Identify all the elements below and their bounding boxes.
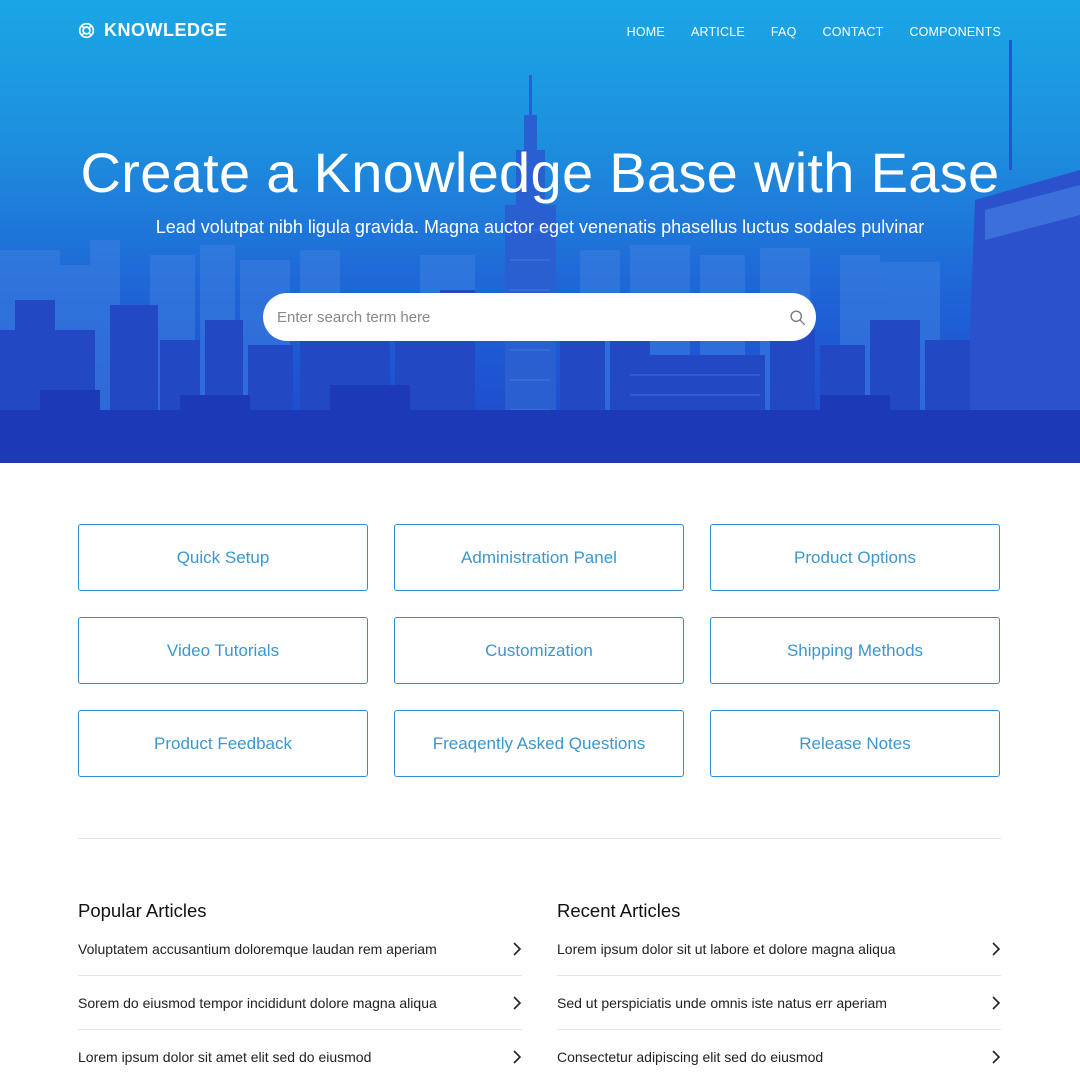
category-product-options[interactable]: Product Options [710, 524, 1000, 591]
popular-article-item[interactable]: Lorem ipsum dolor sit amet elit sed do e… [78, 1030, 522, 1080]
nav-article[interactable]: ARTICLE [691, 25, 745, 39]
nav-home[interactable]: HOME [627, 25, 665, 39]
article-title: Voluptatem accusantium doloremque laudan… [78, 940, 437, 957]
brand-name: KNOWLEDGE [104, 20, 228, 40]
search-input[interactable] [263, 293, 816, 341]
category-faq[interactable]: Freaqently Asked Questions [394, 710, 684, 777]
recent-articles-title: Recent Articles [557, 900, 681, 921]
category-video-tutorials[interactable]: Video Tutorials [78, 617, 368, 684]
nav-faq[interactable]: FAQ [771, 25, 797, 39]
category-quick-setup[interactable]: Quick Setup [78, 524, 368, 591]
life-ring-icon [78, 22, 95, 39]
chevron-right-icon [513, 995, 522, 1010]
category-customization[interactable]: Customization [394, 617, 684, 684]
popular-article-item[interactable]: Voluptatem accusantium doloremque laudan… [78, 922, 522, 976]
hero-title: Create a Knowledge Base with Ease [80, 141, 1000, 204]
brand[interactable]: KNOWLEDGE [78, 20, 228, 41]
popular-article-item[interactable]: Sorem do eiusmod tempor incididunt dolor… [78, 976, 522, 1030]
section-divider [78, 838, 1001, 839]
nav-components[interactable]: COMPONENTS [909, 25, 1001, 39]
chevron-right-icon [513, 941, 522, 956]
chevron-right-icon [992, 941, 1001, 956]
search-icon[interactable] [789, 309, 806, 326]
recent-article-item[interactable]: Sed ut perspiciatis unde omnis iste natu… [557, 976, 1001, 1030]
category-product-feedback[interactable]: Product Feedback [78, 710, 368, 777]
top-navbar: KNOWLEDGE HOME ARTICLE FAQ CONTACT COMPO… [0, 0, 1080, 64]
hero-subtitle: Lead volutpat nibh ligula gravida. Magna… [155, 217, 925, 237]
main-menu: HOME ARTICLE FAQ CONTACT COMPONENTS [627, 25, 1001, 39]
chevron-right-icon [513, 1050, 522, 1064]
chevron-right-icon [992, 1050, 1001, 1064]
article-title: Consectetur adipiscing elit sed do eiusm… [557, 1049, 824, 1065]
article-title: Sed ut perspiciatis unde omnis iste natu… [557, 994, 887, 1011]
category-administration-panel[interactable]: Administration Panel [394, 524, 684, 591]
nav-contact[interactable]: CONTACT [823, 25, 884, 39]
popular-articles-title: Popular Articles [78, 900, 207, 921]
category-shipping-methods[interactable]: Shipping Methods [710, 617, 1000, 684]
recent-article-item[interactable]: Consectetur adipiscing elit sed do eiusm… [557, 1030, 1001, 1080]
recent-article-item[interactable]: Lorem ipsum dolor sit ut labore et dolor… [557, 922, 1001, 976]
article-title: Lorem ipsum dolor sit ut labore et dolor… [557, 940, 896, 957]
category-release-notes[interactable]: Release Notes [710, 710, 1000, 777]
article-title: Lorem ipsum dolor sit amet elit sed do e… [78, 1049, 372, 1065]
hero-banner: KNOWLEDGE HOME ARTICLE FAQ CONTACT COMPO… [0, 0, 1080, 463]
chevron-right-icon [992, 995, 1001, 1010]
article-title: Sorem do eiusmod tempor incididunt dolor… [78, 994, 437, 1011]
